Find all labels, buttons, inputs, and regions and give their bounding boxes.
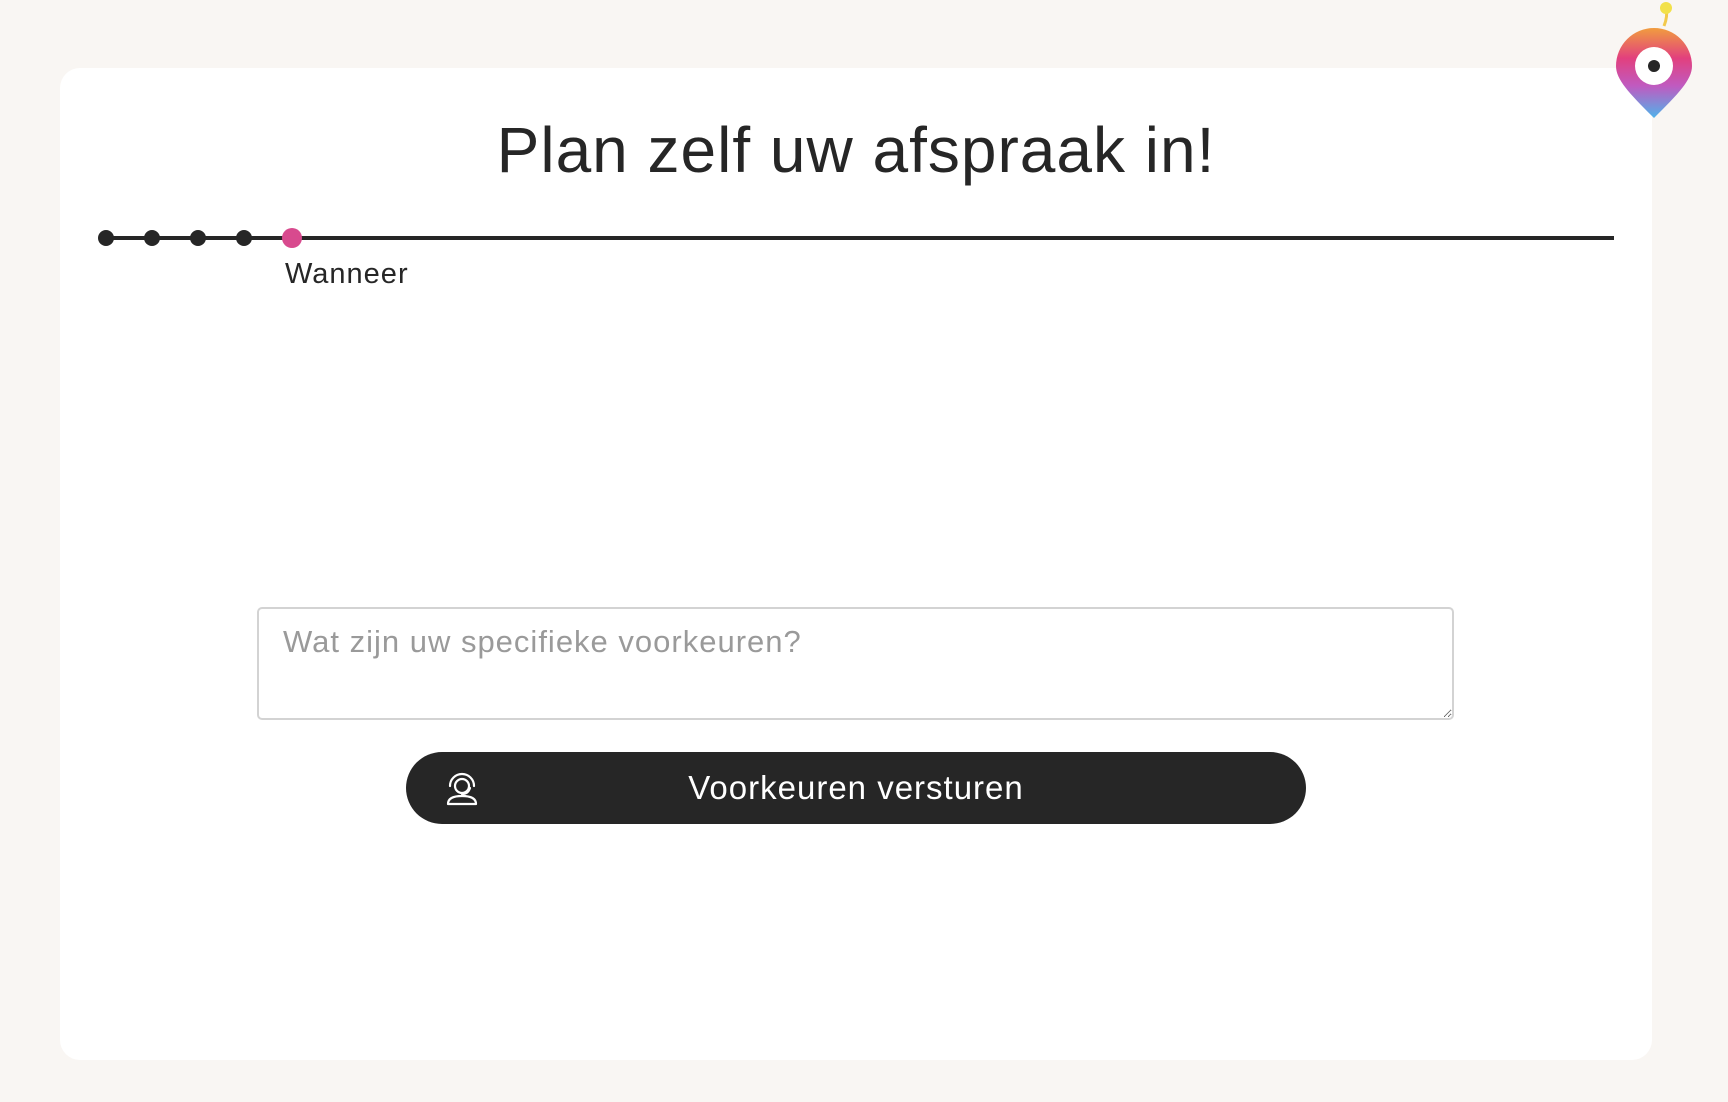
current-step-label: Wanneer xyxy=(285,258,409,290)
progress-step-2[interactable] xyxy=(144,230,160,246)
progress-step-3[interactable] xyxy=(190,230,206,246)
location-pin-logo-icon xyxy=(1612,0,1696,122)
progress-stepper xyxy=(98,226,1614,250)
preferences-textarea[interactable] xyxy=(257,607,1454,720)
progress-step-1[interactable] xyxy=(98,230,114,246)
appointment-card xyxy=(60,68,1652,1060)
progress-track xyxy=(108,236,1614,240)
page-title: Plan zelf uw afspraak in! xyxy=(496,114,1216,186)
progress-step-4[interactable] xyxy=(236,230,252,246)
send-preferences-label: Voorkeuren versturen xyxy=(688,769,1024,806)
progress-step-current xyxy=(282,228,302,248)
send-preferences-button[interactable]: Voorkeuren versturen xyxy=(406,752,1306,824)
